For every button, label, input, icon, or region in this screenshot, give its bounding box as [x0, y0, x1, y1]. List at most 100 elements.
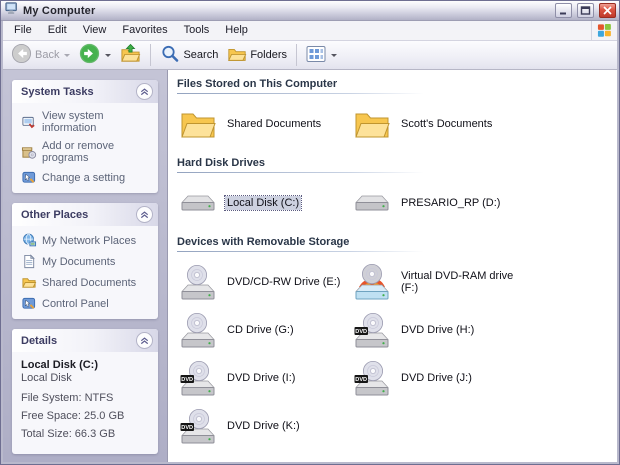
section: Devices with Removable Storage DVD/CD-RW … [177, 236, 611, 450]
sidebar-link-add-remove-programs[interactable]: Add or remove programs [21, 140, 152, 164]
svg-text:DVD: DVD [181, 425, 193, 431]
panel-header[interactable]: Details [12, 329, 158, 352]
item-label: DVD Drive (K:) [227, 420, 300, 432]
close-button[interactable] [599, 3, 616, 18]
chevron-up-icon [140, 88, 149, 96]
panel-header[interactable]: System Tasks [12, 80, 158, 103]
forward-button[interactable] [75, 41, 115, 69]
sidebar-link-change-setting[interactable]: Change a setting [21, 170, 152, 185]
panel-body: View system information Add or remove pro… [12, 103, 158, 193]
drive-item[interactable]: PRESARIO_RP (D:) [351, 179, 525, 227]
sidebar-link-label: Control Panel [42, 297, 109, 310]
item-label: CD Drive (G:) [227, 324, 294, 336]
change-setting-icon [21, 170, 37, 185]
my-documents-icon [21, 254, 37, 269]
menu-item-favorites[interactable]: Favorites [114, 21, 175, 40]
item-label: DVD Drive (H:) [401, 324, 475, 336]
file-list-area: Files Stored on This Computer Shared Docu… [167, 70, 617, 462]
dvd-drive-icon: DVD [351, 312, 393, 349]
hdd-icon [177, 188, 219, 218]
forward-dropdown-icon [105, 53, 112, 57]
details-item-name: Local Disk (C:) [21, 359, 99, 371]
panel-details: Details Local Disk (C:) Local Disk File Sys… [12, 329, 158, 454]
up-folder-icon [120, 43, 141, 67]
search-icon [160, 44, 180, 67]
folder-icon [351, 107, 393, 141]
back-button[interactable]: Back [7, 41, 74, 69]
folders-button[interactable]: Folders [223, 42, 291, 69]
item-label: DVD/CD-RW Drive (E:) [227, 276, 341, 288]
sidebar-link-label: Add or remove programs [42, 140, 115, 164]
folder-item[interactable]: Shared Documents [177, 100, 351, 148]
sidebar-link-network-places[interactable]: My Network Places [21, 233, 152, 248]
back-icon [11, 43, 32, 67]
drive-item[interactable]: CD Drive (G:) [177, 306, 351, 354]
panel-header[interactable]: Other Places [12, 203, 158, 226]
section: Hard Disk Drives Local Disk (C:) PRESARIO_… [177, 157, 611, 227]
chevron-up-icon [140, 337, 149, 345]
maximize-button[interactable] [577, 3, 594, 18]
sidebar-link-my-documents[interactable]: My Documents [21, 254, 152, 269]
item-label: Local Disk (C:) [223, 195, 303, 211]
drive-item[interactable]: Local Disk (C:) [177, 179, 351, 227]
sidebar-link-control-panel[interactable]: Control Panel [21, 296, 152, 311]
toolbar-separator [296, 44, 298, 66]
drive-item[interactable]: DVD/CD-RW Drive (E:) [177, 258, 351, 306]
dvd-drive-icon: DVD [177, 360, 219, 397]
window-body: System Tasks View system information Add o… [3, 70, 617, 462]
menu-item-view[interactable]: View [75, 21, 115, 40]
menu-item-edit[interactable]: Edit [40, 21, 75, 40]
section: Files Stored on This Computer Shared Docu… [177, 78, 611, 148]
system-information-icon [21, 115, 37, 130]
back-label: Back [35, 49, 60, 61]
dvd-ram-icon [351, 263, 393, 301]
sidebar-link-label: View system information [42, 110, 104, 134]
dvd-drive-icon: DVD [351, 360, 393, 397]
folders-label: Folders [250, 49, 288, 61]
collapse-button[interactable] [136, 83, 153, 100]
views-button[interactable] [302, 43, 341, 68]
computer-icon [5, 1, 19, 20]
window-title: My Computer [23, 4, 96, 17]
sidebar-link-label: Shared Documents [42, 276, 137, 289]
item-label: PRESARIO_RP (D:) [401, 197, 501, 209]
views-dropdown-icon [331, 53, 338, 57]
sidebar-link-label: Change a setting [42, 171, 126, 184]
windows-logo-icon [591, 21, 617, 40]
collapse-button[interactable] [136, 332, 153, 349]
drive-item[interactable]: DVD DVD Drive (I:) [177, 354, 351, 402]
title-bar[interactable]: My Computer [1, 1, 619, 21]
svg-text:DVD: DVD [181, 377, 193, 383]
views-icon [306, 45, 326, 66]
menu-item-file[interactable]: File [6, 21, 40, 40]
control-panel-icon [21, 296, 37, 311]
menu-items: File Edit View Favorites Tools Help [6, 21, 256, 40]
item-label: DVD Drive (I:) [227, 372, 296, 384]
item-label: DVD Drive (J:) [401, 372, 472, 384]
sidebar-link-label: My Network Places [42, 234, 137, 247]
toolbar-separator [150, 44, 152, 66]
sidebar-link-system-information[interactable]: View system information [21, 110, 152, 134]
item-label: Scott's Documents [401, 118, 493, 130]
search-button[interactable]: Search [156, 42, 222, 69]
section-divider [177, 251, 425, 252]
drive-item[interactable]: DVD DVD Drive (J:) [351, 354, 525, 402]
menu-item-tools[interactable]: Tools [176, 21, 218, 40]
drive-item[interactable]: Virtual DVD-RAM drive (F:) [351, 258, 525, 306]
menu-item-help[interactable]: Help [217, 21, 256, 40]
panel-system-tasks: System Tasks View system information Add o… [12, 80, 158, 193]
sidebar-link-shared-documents[interactable]: Shared Documents [21, 275, 152, 290]
drive-item[interactable]: DVD DVD Drive (K:) [177, 402, 351, 450]
folder-item[interactable]: Scott's Documents [351, 100, 525, 148]
item-label: Shared Documents [227, 118, 322, 130]
section-header: Devices with Removable Storage [177, 236, 350, 248]
up-button[interactable] [116, 41, 145, 69]
minimize-button[interactable] [555, 3, 572, 18]
section-header: Files Stored on This Computer [177, 78, 338, 90]
collapse-button[interactable] [136, 206, 153, 223]
cd-drive-icon [177, 312, 219, 349]
cd-drive-icon [177, 264, 219, 301]
folder-icon [177, 107, 219, 141]
svg-text:DVD: DVD [355, 377, 367, 383]
drive-item[interactable]: DVD DVD Drive (H:) [351, 306, 525, 354]
